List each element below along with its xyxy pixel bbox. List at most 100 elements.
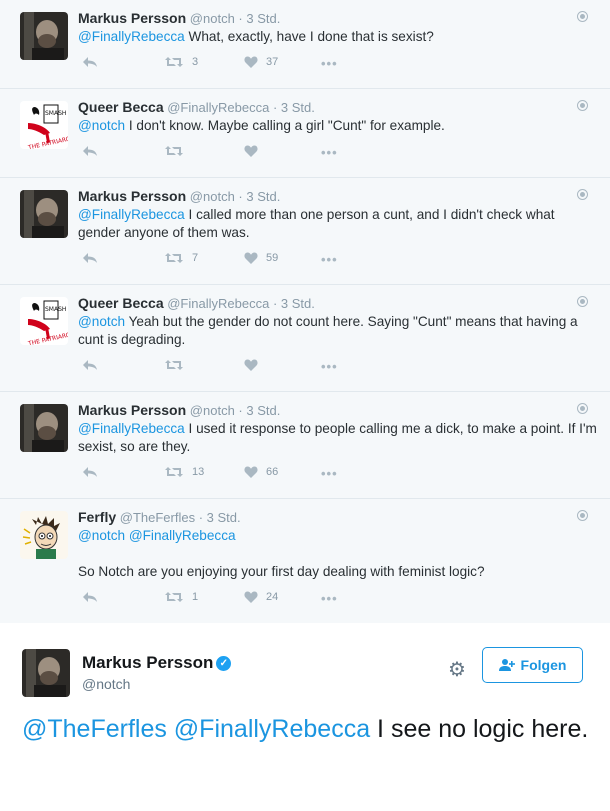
- gear-icon[interactable]: ⚙: [448, 657, 466, 682]
- timestamp[interactable]: 3 Std.: [207, 510, 241, 525]
- tweet-header: Queer Becca @FinallyRebecca · 3 Std.: [78, 99, 598, 116]
- retweet-button[interactable]: 13: [164, 466, 204, 478]
- tweet-text: @TheFerfles @FinallyRebecca I see no log…: [22, 713, 592, 746]
- mention-link[interactable]: @FinallyRebecca: [78, 421, 185, 436]
- author-name[interactable]: Ferfly: [78, 509, 116, 525]
- reply-icon: [83, 360, 97, 370]
- retweet-count: 13: [192, 466, 205, 478]
- avatar[interactable]: [20, 190, 68, 238]
- like-button[interactable]: [244, 145, 266, 157]
- like-button[interactable]: [244, 359, 266, 371]
- author-name[interactable]: Markus Persson: [78, 10, 186, 26]
- like-button[interactable]: 37: [244, 56, 278, 68]
- mention-link[interactable]: @TheFerfles @FinallyRebecca: [22, 715, 370, 743]
- add-user-icon: [498, 659, 515, 671]
- reply-button[interactable]: [82, 591, 98, 603]
- more-icon: •••: [321, 466, 338, 481]
- globe-icon: [577, 296, 588, 307]
- mention-link[interactable]: @FinallyRebecca: [78, 29, 185, 44]
- like-count: 66: [266, 466, 279, 478]
- retweet-button[interactable]: 1: [164, 591, 198, 603]
- timestamp[interactable]: 3 Std.: [246, 189, 280, 204]
- retweet-button[interactable]: [164, 145, 192, 157]
- separator: ·: [198, 510, 204, 525]
- timestamp[interactable]: 3 Std.: [246, 403, 280, 418]
- more-button[interactable]: •••: [321, 145, 338, 160]
- retweet-button[interactable]: 3: [164, 56, 198, 68]
- tweet[interactable]: Markus Persson @notch · 3 Std. @FinallyR…: [0, 178, 610, 285]
- author-name[interactable]: Markus Persson ✓: [82, 653, 232, 673]
- globe-icon: [577, 100, 588, 111]
- more-button[interactable]: •••: [321, 252, 338, 267]
- retweet-count: 3: [192, 56, 199, 68]
- follow-button[interactable]: Folgen: [482, 647, 583, 683]
- heart-icon: [244, 591, 258, 603]
- avatar[interactable]: THE PATRIARCHY SMASH: [20, 101, 68, 149]
- tweet-actions: 7 59 •••: [78, 252, 598, 282]
- like-button[interactable]: 59: [244, 252, 278, 264]
- reply-button[interactable]: [82, 466, 98, 478]
- verified-badge-icon: ✓: [216, 656, 232, 671]
- globe-icon: [577, 403, 588, 414]
- tweet-header: Markus Persson @notch · 3 Std.: [78, 188, 598, 205]
- avatar[interactable]: [20, 12, 68, 60]
- reply-button[interactable]: [82, 56, 98, 68]
- tweet-actions: 1 24 •••: [78, 591, 598, 621]
- author-handle[interactable]: @FinallyRebecca: [167, 296, 269, 311]
- reply-button[interactable]: [82, 145, 98, 157]
- author-name[interactable]: Queer Becca: [78, 295, 164, 311]
- author-handle[interactable]: @notch: [190, 189, 235, 204]
- tweet[interactable]: THE PATRIARCHY SMASH Queer Becca @Finally…: [0, 89, 610, 178]
- retweet-icon: [165, 360, 183, 370]
- heart-icon: [244, 252, 258, 264]
- tweet[interactable]: THE PATRIARCHY SMASH Queer Becca @Finally…: [0, 285, 610, 392]
- author-name[interactable]: Markus Persson: [78, 188, 186, 204]
- retweet-button[interactable]: 7: [164, 252, 198, 264]
- mention-link[interactable]: @notch @FinallyRebecca: [78, 528, 236, 543]
- author-handle[interactable]: @notch: [190, 11, 235, 26]
- heart-icon: [244, 145, 258, 157]
- author-name[interactable]: Queer Becca: [78, 99, 164, 115]
- timestamp[interactable]: 3 Std.: [281, 100, 315, 115]
- more-button[interactable]: •••: [321, 591, 338, 606]
- more-icon: •••: [321, 56, 338, 71]
- avatar[interactable]: [20, 511, 68, 559]
- reply-button[interactable]: [82, 252, 98, 264]
- avatar[interactable]: THE PATRIARCHY SMASH: [20, 297, 68, 345]
- retweet-icon: [165, 592, 183, 602]
- author-handle[interactable]: @notch: [190, 403, 235, 418]
- separator: ·: [272, 100, 278, 115]
- avatar[interactable]: [20, 404, 68, 452]
- retweet-button[interactable]: [164, 359, 192, 371]
- mention-link[interactable]: @notch: [78, 314, 125, 329]
- more-button[interactable]: •••: [321, 466, 338, 481]
- tweet[interactable]: Ferfly @TheFerfles · 3 Std. @notch @Fina…: [0, 499, 610, 623]
- tweet-text: @notch @FinallyRebecca: [78, 527, 598, 545]
- tweet-text: @FinallyRebecca I called more than one p…: [78, 206, 598, 242]
- author-name-text[interactable]: Markus Persson: [82, 653, 213, 672]
- reply-button[interactable]: [82, 359, 98, 371]
- more-button[interactable]: •••: [321, 56, 338, 71]
- author-handle[interactable]: @notch: [82, 676, 130, 692]
- more-button[interactable]: •••: [321, 359, 338, 374]
- like-count: 24: [266, 591, 279, 603]
- author-name[interactable]: Markus Persson: [78, 402, 186, 418]
- mention-link[interactable]: @FinallyRebecca: [78, 207, 185, 222]
- separator: ·: [238, 189, 243, 204]
- timestamp[interactable]: 3 Std.: [281, 296, 315, 311]
- tweet-header: Queer Becca @FinallyRebecca · 3 Std.: [78, 295, 598, 312]
- reply-icon: [83, 467, 97, 477]
- like-button[interactable]: 24: [244, 591, 278, 603]
- reply-icon: [83, 592, 97, 602]
- tweet[interactable]: Markus Persson @notch · 3 Std. @FinallyR…: [0, 0, 610, 89]
- author-handle[interactable]: @FinallyRebecca: [167, 100, 269, 115]
- like-button[interactable]: 66: [244, 466, 278, 478]
- tweet-body: Yeah but the gender do not count here. S…: [78, 314, 578, 347]
- mention-link[interactable]: @notch: [78, 118, 125, 133]
- separator: ·: [238, 11, 243, 26]
- tweet-actions: •••: [78, 145, 598, 175]
- avatar[interactable]: [22, 649, 70, 697]
- timestamp[interactable]: 3 Std.: [246, 11, 280, 26]
- tweet[interactable]: Markus Persson @notch · 3 Std. @FinallyR…: [0, 392, 610, 499]
- author-handle[interactable]: @TheFerfles: [120, 510, 195, 525]
